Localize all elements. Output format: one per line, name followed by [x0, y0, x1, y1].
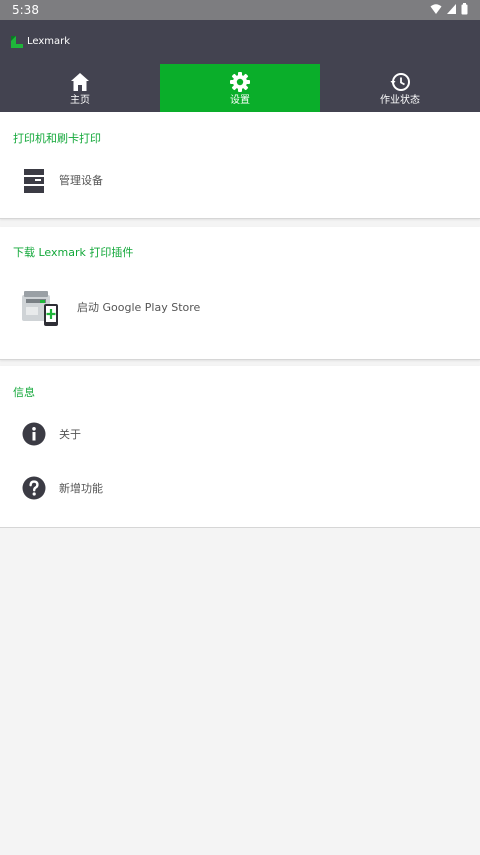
manage-devices-label: 管理设备	[59, 174, 103, 187]
launch-play-store-item[interactable]: 启动 Google Play Store	[0, 285, 480, 331]
tab-home[interactable]: 主页	[0, 64, 160, 112]
brand: Lexmark	[10, 35, 70, 49]
launch-play-store-label: 启动 Google Play Store	[77, 301, 201, 314]
empty-content-area	[0, 528, 480, 855]
tab-job-status[interactable]: 作业状态	[320, 64, 480, 112]
tab-job-status-label: 作业状态	[380, 95, 420, 106]
section-title: 信息	[13, 386, 35, 399]
gear-icon	[230, 72, 250, 92]
about-label: 关于	[59, 428, 81, 441]
brand-name: Lexmark	[27, 36, 71, 47]
battery-icon	[461, 3, 468, 15]
section-title: 打印机和刷卡打印	[13, 132, 101, 145]
help-icon	[22, 476, 46, 500]
info-section: 信息 关于 新增功能	[0, 366, 480, 528]
whats-new-label: 新增功能	[59, 482, 103, 495]
status-bar: 5:38	[0, 0, 480, 20]
section-title: 下载 Lexmark 打印插件	[13, 246, 134, 259]
history-icon	[390, 73, 410, 91]
tab-settings[interactable]: 设置	[160, 64, 320, 112]
wifi-icon	[430, 4, 442, 14]
plugin-section: 下载 Lexmark 打印插件 启动 Google Play Store	[0, 227, 480, 360]
printer-plugin-icon	[22, 291, 58, 326]
lexmark-logo-icon	[11, 36, 23, 48]
home-icon	[71, 73, 89, 91]
tab-settings-label: 设置	[230, 95, 250, 106]
tab-bar: 主页 设置 作业状态	[0, 64, 480, 112]
printers-section: 打印机和刷卡打印 管理设备	[0, 112, 480, 219]
tab-home-label: 主页	[70, 95, 90, 106]
signal-icon	[447, 4, 456, 14]
status-icons	[430, 3, 468, 15]
status-time: 5:38	[12, 3, 39, 17]
info-icon	[22, 422, 46, 446]
manage-devices-item[interactable]: 管理设备	[0, 164, 480, 200]
about-item[interactable]: 关于	[0, 418, 480, 452]
printer-icon	[24, 169, 44, 193]
app-bar: Lexmark 主页 设置 作业状态	[0, 20, 480, 112]
whats-new-item[interactable]: 新增功能	[0, 472, 480, 506]
